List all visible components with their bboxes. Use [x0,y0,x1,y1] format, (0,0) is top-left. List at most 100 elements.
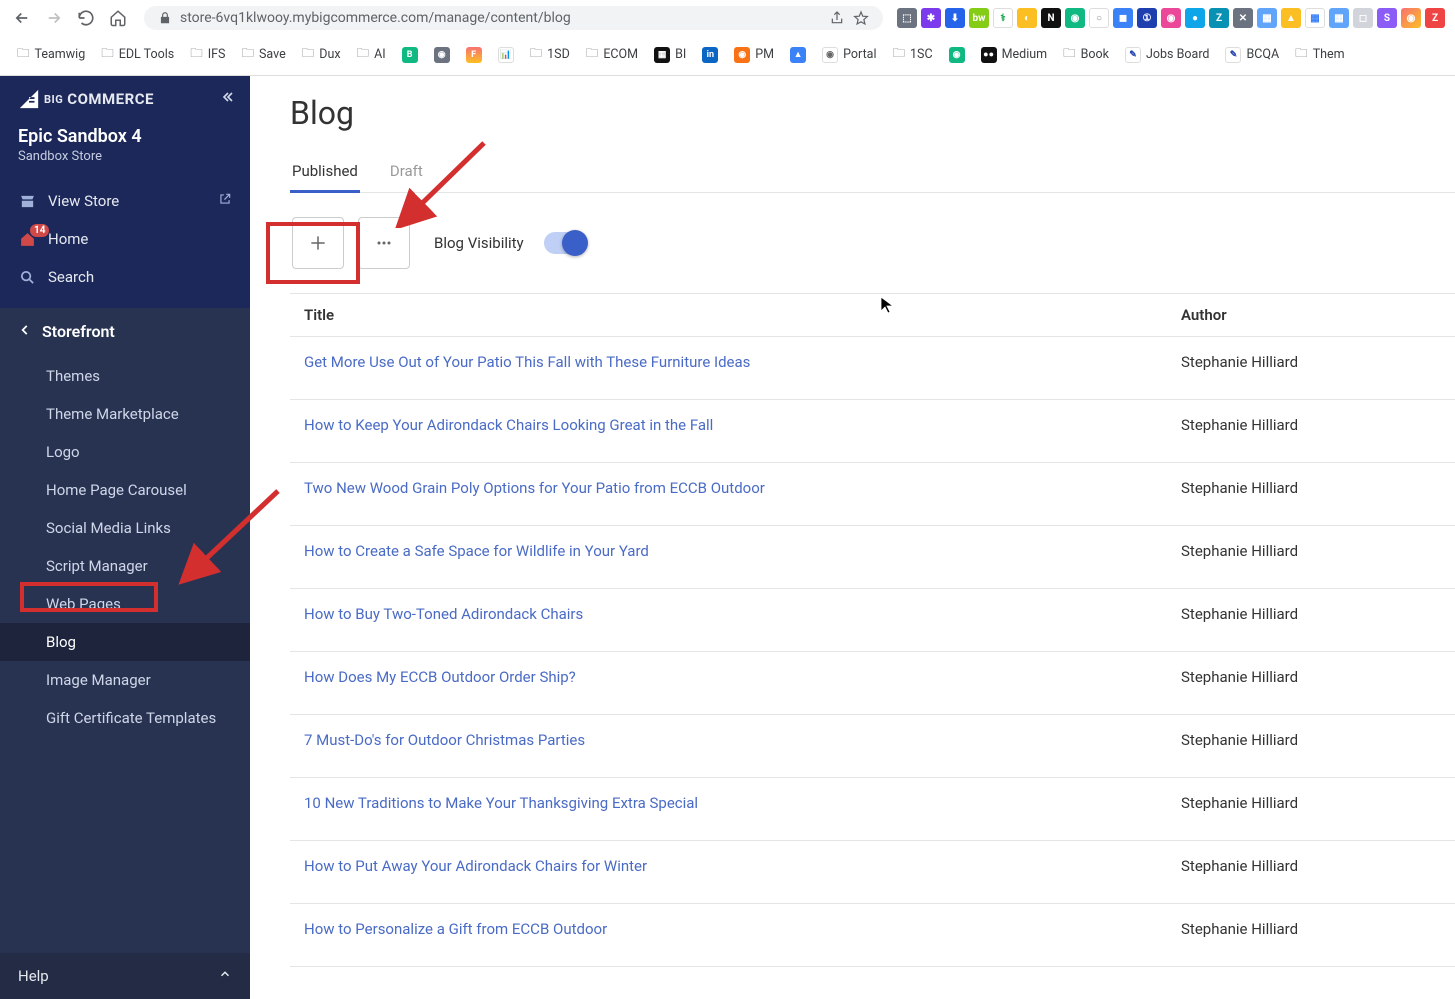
url-bar[interactable]: store-6vq1klwooy.mybigcommerce.com/manag… [144,6,883,30]
nav-item-logo[interactable]: Logo [0,433,250,471]
help-link[interactable]: Help [0,953,250,999]
search-link[interactable]: Search [0,258,250,296]
ext-icon[interactable]: ◉ [1065,8,1085,28]
storefront-section-header[interactable]: Storefront [0,308,250,355]
table-row: 7 Must-Do's for Outdoor Christmas Partie… [290,715,1455,778]
bookmark-item[interactable]: ◉ [427,43,457,67]
post-title-link[interactable]: How to Buy Two-Toned Adirondack Chairs [304,605,1181,623]
bookmark-item[interactable]: ◉PM [727,43,781,67]
nav-item-social-media-links[interactable]: Social Media Links [0,509,250,547]
ext-icon[interactable]: ▦ [1257,8,1277,28]
post-title-link[interactable]: How to Put Away Your Adirondack Chairs f… [304,857,1181,875]
nav-item-blog[interactable]: Blog [0,623,250,661]
nav-item-themes[interactable]: Themes [0,357,250,395]
bookmark-item[interactable]: ✎BCQA [1218,43,1286,67]
sidebar-top: BIGCOMMERCE Epic Sandbox 4 Sandbox Store… [0,76,250,308]
bookmark-folder[interactable]: 🗀1SC [886,40,940,69]
ext-icon[interactable]: ◉ [1401,8,1421,28]
bookmark-item[interactable]: ●●Medium [974,43,1054,67]
bookmark-item[interactable]: 📊 [491,43,521,67]
ext-icon[interactable]: ⬚ [897,8,917,28]
bookmark-icon: ✎ [1125,47,1141,63]
ext-icon[interactable]: ⚕ [993,8,1013,28]
more-actions-button[interactable] [358,217,410,269]
post-title-link[interactable]: 7 Must-Do's for Outdoor Christmas Partie… [304,731,1181,749]
post-title-link[interactable]: How Does My ECCB Outdoor Order Ship? [304,668,1181,686]
ext-icon[interactable]: bw [969,8,989,28]
bookmark-item[interactable]: ◉ [942,43,972,67]
view-store-link[interactable]: View Store [0,182,250,220]
home-link[interactable]: Home 14 [0,220,250,258]
bookmark-folder[interactable]: 🗀1SD [523,40,577,69]
ext-icon[interactable]: ▦ [1329,8,1349,28]
bookmark-item[interactable]: ◉Portal [815,43,883,67]
forward-button[interactable] [42,6,66,30]
post-author: Stephanie Hilliard [1181,668,1441,686]
ext-icon[interactable]: Z [1425,8,1445,28]
tab-draft[interactable]: Draft [388,152,425,192]
nav-item-script-manager[interactable]: Script Manager [0,547,250,585]
nav-item-theme-marketplace[interactable]: Theme Marketplace [0,395,250,433]
ext-icon[interactable]: ① [1137,8,1157,28]
post-title-link[interactable]: How to Personalize a Gift from ECCB Outd… [304,920,1181,938]
bookmark-item[interactable]: ▦BI [647,43,693,67]
post-title-link[interactable]: Get More Use Out of Your Patio This Fall… [304,353,1181,371]
ext-icon[interactable]: ✕ [1233,8,1253,28]
blog-visibility-toggle[interactable] [544,232,586,254]
bookmark-folder[interactable]: 🗀AI [350,40,393,69]
app: BIGCOMMERCE Epic Sandbox 4 Sandbox Store… [0,76,1455,999]
post-title-link[interactable]: Two New Wood Grain Poly Options for Your… [304,479,1181,497]
bookmark-folder[interactable]: 🗀IFS [183,40,232,69]
star-icon[interactable] [853,10,869,26]
nav-item-web-pages[interactable]: Web Pages [0,585,250,623]
ext-icon[interactable]: ▲ [1281,8,1301,28]
ext-icon[interactable]: ○ [1089,8,1109,28]
ext-icon[interactable]: ◻ [1353,8,1373,28]
bookmark-icon: F [466,47,482,63]
table-row: Two New Wood Grain Poly Options for Your… [290,463,1455,526]
bookmark-item[interactable]: B [395,43,425,67]
bookmark-folder[interactable]: 🗀Dux [295,40,348,69]
bookmark-folder[interactable]: 🗀ECOM [579,40,645,69]
folder-icon: 🗀 [357,44,370,65]
ext-icon[interactable]: Z [1209,8,1229,28]
ext-icon[interactable]: ● [1185,8,1205,28]
nav-item-image-manager[interactable]: Image Manager [0,661,250,699]
bookmark-folder[interactable]: 🗀Them [1288,40,1351,69]
post-author: Stephanie Hilliard [1181,731,1441,749]
add-post-button[interactable] [292,217,344,269]
home-button[interactable] [106,6,130,30]
share-icon[interactable] [829,10,845,26]
bookmark-folder[interactable]: 🗀EDL Tools [94,40,181,69]
folder-icon: 🗀 [101,44,114,65]
nav-item-home-page-carousel[interactable]: Home Page Carousel [0,471,250,509]
tab-published[interactable]: Published [290,152,360,192]
nav-item-gift-certificate-templates[interactable]: Gift Certificate Templates [0,699,250,737]
bookmark-item[interactable]: ✎Jobs Board [1118,43,1216,67]
ext-icon[interactable]: ◐ [1017,8,1037,28]
ext-icon[interactable]: ◉ [1161,8,1181,28]
bookmark-item[interactable]: F [459,43,489,67]
back-button[interactable] [10,6,34,30]
page-title: Blog [290,94,1455,132]
ext-icon[interactable]: ▦ [1305,8,1325,28]
reload-button[interactable] [74,6,98,30]
ext-icon[interactable]: ✱ [921,8,941,28]
chevron-up-icon [218,967,232,985]
ext-icon[interactable]: S [1377,8,1397,28]
ext-icon[interactable]: N [1041,8,1061,28]
notification-badge: 14 [30,224,49,237]
post-title-link[interactable]: How to Create a Safe Space for Wildlife … [304,542,1181,560]
post-title-link[interactable]: How to Keep Your Adirondack Chairs Looki… [304,416,1181,434]
bookmarks-bar: 🗀Teamwig 🗀EDL Tools 🗀IFS 🗀Save 🗀Dux 🗀AI … [0,36,1455,75]
medium-icon: ●● [981,47,997,63]
bookmark-item[interactable]: ▲ [783,43,813,67]
bookmark-folder[interactable]: 🗀Book [1056,40,1116,69]
bookmark-folder[interactable]: 🗀Save [234,40,292,69]
post-title-link[interactable]: 10 New Traditions to Make Your Thanksgiv… [304,794,1181,812]
ext-icon[interactable]: ⬇ [945,8,965,28]
ext-icon[interactable]: ◼ [1113,8,1133,28]
collapse-sidebar-icon[interactable] [220,89,236,109]
bookmark-folder[interactable]: 🗀Teamwig [10,40,92,69]
bookmark-item[interactable]: in [695,43,725,67]
